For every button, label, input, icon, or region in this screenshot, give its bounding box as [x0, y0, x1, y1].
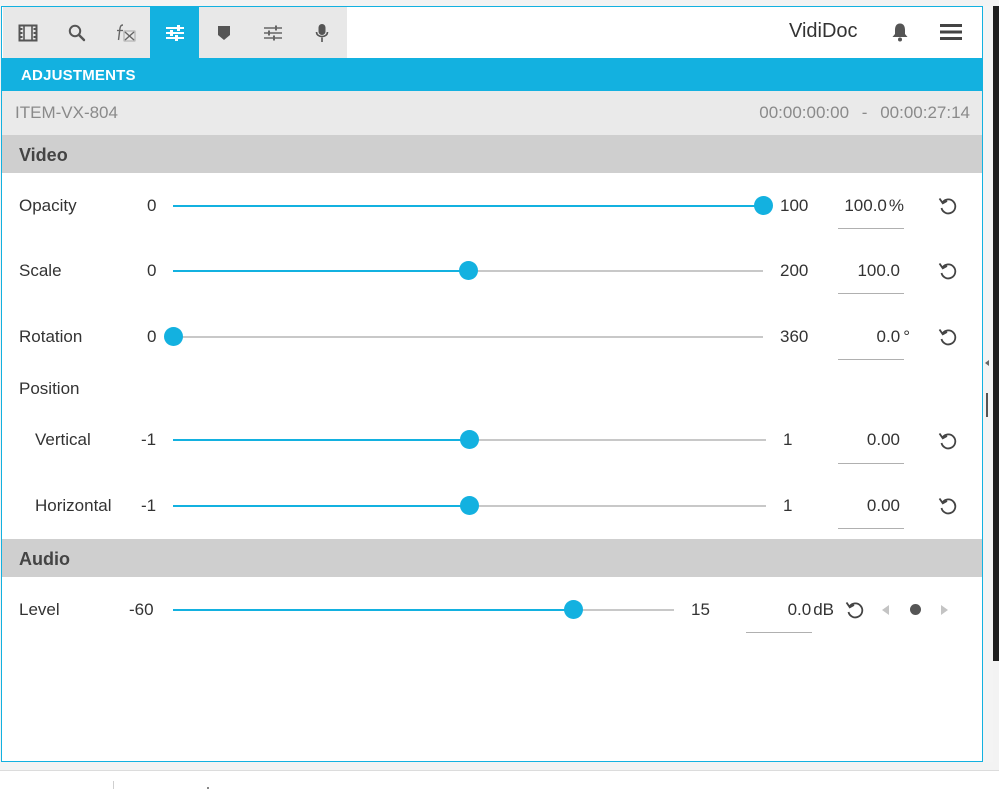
vertical-slider-fill [173, 439, 470, 441]
vertical-value-underline [838, 463, 904, 464]
rotation-reset-icon[interactable] [937, 326, 959, 348]
microphone-icon [315, 23, 328, 42]
opacity-min: 0 [147, 196, 157, 215]
opacity-value: 100.0 [844, 196, 887, 215]
rotation-value: 0.0 [876, 327, 901, 346]
video-group-header: Video [2, 135, 982, 173]
tool-tab-audio[interactable] [297, 7, 346, 58]
rotation-value-underline [838, 359, 904, 360]
scale-min: 0 [147, 261, 157, 280]
next-keyframe-icon[interactable] [941, 605, 948, 615]
horizontal-slider-fill [173, 505, 470, 507]
opacity-value-field[interactable]: 100.0% [838, 196, 904, 216]
vertical-value: 0.00 [866, 430, 900, 449]
opacity-unit: % [888, 196, 904, 215]
level-max: 15 [691, 600, 710, 619]
scale-max: 200 [780, 261, 809, 280]
level-value: 0.0 [787, 600, 812, 619]
right-edge-strip [993, 6, 999, 661]
tool-tab-mixer[interactable] [248, 7, 297, 58]
level-slider-handle[interactable] [564, 600, 584, 619]
rotation-slider-handle[interactable] [163, 327, 183, 346]
film-strip-icon [18, 24, 37, 41]
keyframe-dot-icon[interactable] [910, 604, 921, 615]
scale-reset-icon[interactable] [937, 260, 959, 282]
horizontal-max: 1 [783, 496, 793, 515]
scale-slider-fill [173, 270, 468, 272]
opacity-max: 100 [780, 196, 809, 215]
app-window: VidiDoc ADJUSTMENTS ITEM-VX-804 00:00:00… [0, 0, 999, 789]
vertical-min: -1 [141, 430, 157, 449]
timecode-end: 00:00:27:14 [880, 103, 970, 122]
tool-tab-search[interactable] [52, 7, 101, 58]
hamburger-menu-icon [940, 24, 962, 40]
notifications-button[interactable] [891, 22, 909, 47]
horizontal-reset-icon[interactable] [937, 495, 959, 517]
adjustments-panel: VidiDoc ADJUSTMENTS ITEM-VX-804 00:00:00… [1, 6, 983, 762]
level-reset-icon[interactable] [844, 599, 866, 621]
level-value-field[interactable]: 0.0 dB [746, 600, 834, 620]
horizontal-value-field[interactable]: 0.00 [838, 496, 900, 516]
tool-tab-markers[interactable] [199, 7, 248, 58]
fx-icon [116, 23, 135, 41]
position-label: Position [19, 379, 80, 398]
sliders-icon [165, 24, 184, 41]
item-info-bar: ITEM-VX-804 00:00:00:00 - 00:00:27:14 [2, 91, 982, 135]
tool-tab-adjustments[interactable] [150, 7, 199, 58]
rotation-unit: ° [903, 327, 910, 346]
collapse-arrow-icon[interactable] [985, 360, 989, 366]
rotation-value-field[interactable]: 0.0 ° [838, 327, 910, 347]
vertical-max: 1 [783, 430, 793, 449]
main-menu-button[interactable] [940, 23, 962, 46]
level-unit: dB [813, 600, 834, 619]
timecode-start: 00:00:00:00 [759, 103, 850, 122]
tool-tab-effects[interactable] [101, 7, 150, 58]
horizontal-label: Horizontal [35, 496, 112, 515]
vertical-value-field[interactable]: 0.00 [838, 430, 900, 450]
opacity-slider-handle[interactable] [753, 196, 773, 215]
timecode-range: 00:00:00:00 - 00:00:27:14 [759, 103, 970, 123]
bell-icon [892, 23, 908, 42]
rotation-max: 360 [780, 327, 809, 346]
opacity-label: Opacity [19, 196, 77, 215]
rotation-min: 0 [147, 327, 157, 346]
scale-value-underline [838, 293, 904, 294]
scale-slider-handle[interactable] [458, 261, 478, 280]
scale-value-field[interactable]: 100.0 [838, 261, 900, 281]
rotation-label: Rotation [19, 327, 83, 346]
panel-splitter[interactable] [983, 6, 993, 762]
scale-label: Scale [19, 261, 62, 280]
previous-keyframe-icon[interactable] [882, 605, 889, 615]
search-icon [68, 24, 85, 41]
opacity-reset-icon[interactable] [937, 195, 959, 217]
panel-title: ADJUSTMENTS [2, 58, 982, 91]
footer-divider [113, 781, 114, 789]
tool-tab-film[interactable] [3, 7, 52, 58]
tool-tab-group [3, 7, 347, 58]
item-id: ITEM-VX-804 [15, 103, 118, 122]
marker-icon [217, 25, 230, 40]
toolbar: VidiDoc [2, 7, 982, 58]
status-strip [0, 770, 999, 789]
vertical-label: Vertical [35, 430, 91, 449]
rotation-slider-track[interactable] [173, 336, 763, 338]
horizontal-slider-handle[interactable] [460, 496, 479, 515]
scale-value: 100.0 [857, 261, 900, 280]
mixer-icon [263, 25, 282, 40]
opacity-value-underline [838, 228, 904, 229]
horizontal-value-underline [838, 528, 904, 529]
timecode-separator: - [861, 103, 868, 122]
opacity-slider-fill [173, 205, 763, 207]
horizontal-min: -1 [141, 496, 157, 515]
audio-group-header: Audio [2, 539, 982, 577]
level-min: -60 [129, 600, 154, 619]
level-value-underline [746, 632, 812, 633]
app-brand: VidiDoc [789, 20, 858, 42]
level-slider-fill [173, 609, 574, 611]
horizontal-value: 0.00 [866, 496, 900, 515]
splitter-handle[interactable] [986, 393, 988, 417]
vertical-slider-handle[interactable] [460, 430, 479, 449]
level-label: Level [19, 600, 60, 619]
vertical-reset-icon[interactable] [937, 430, 959, 452]
